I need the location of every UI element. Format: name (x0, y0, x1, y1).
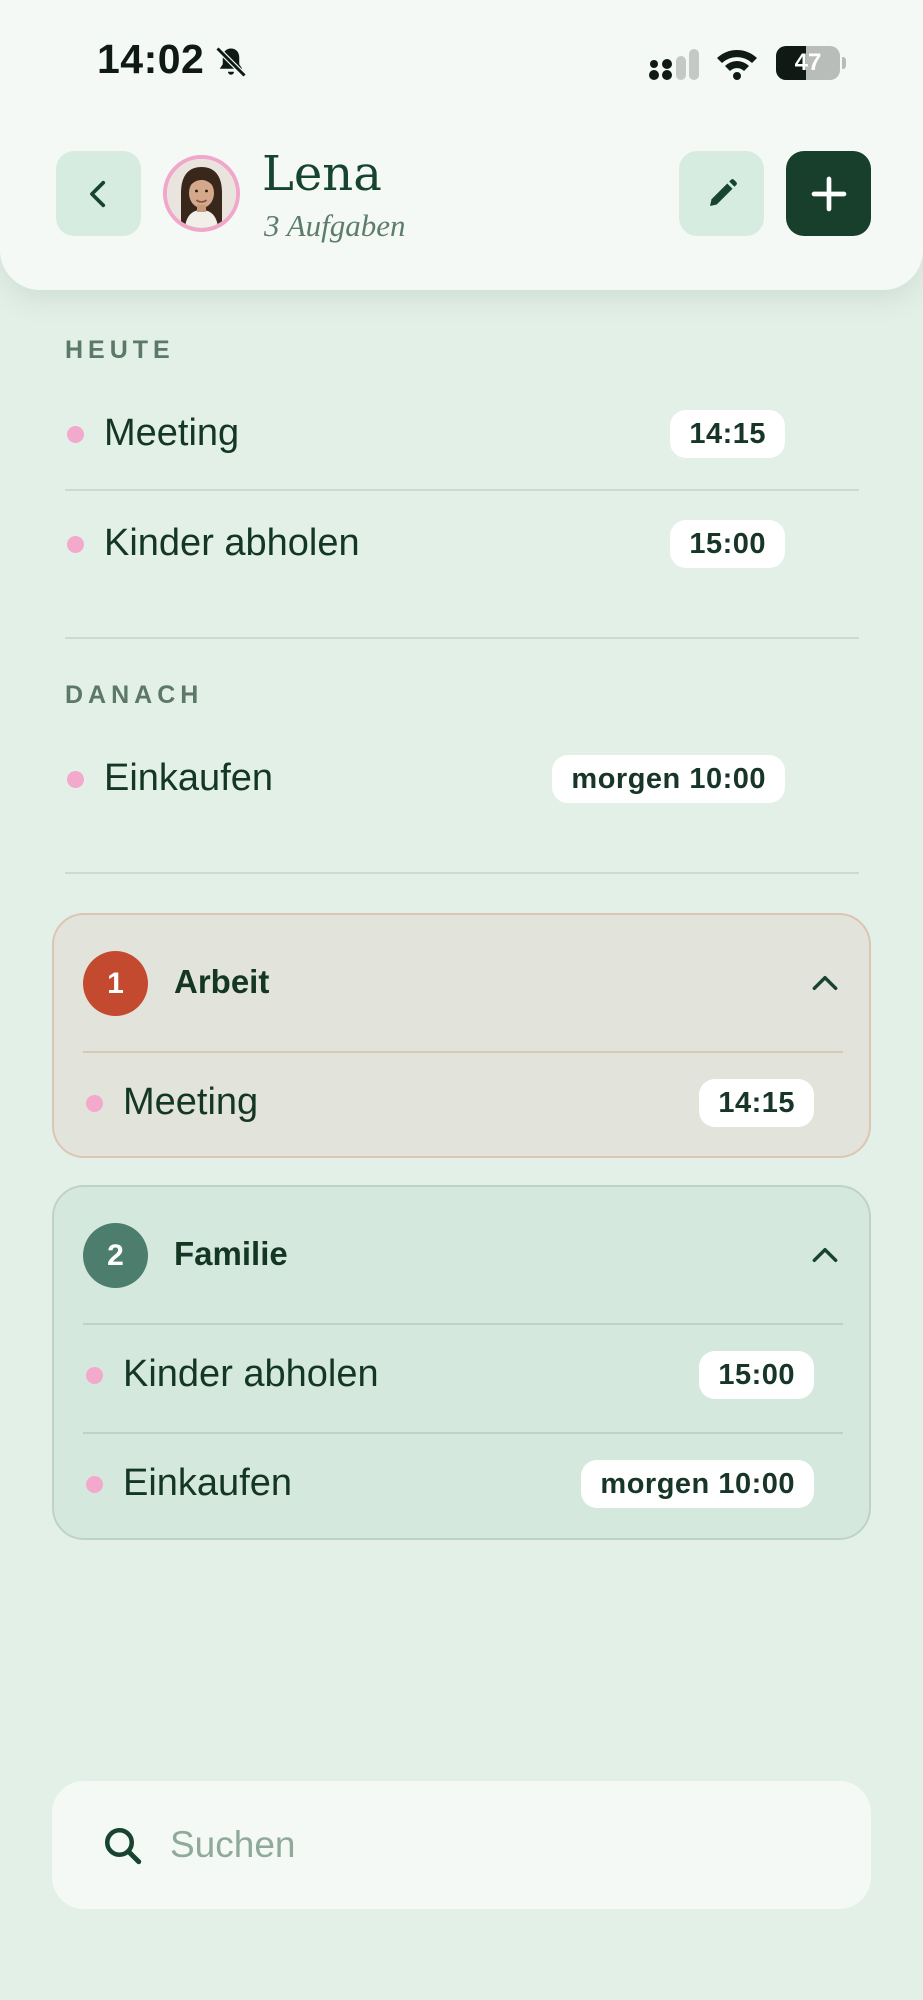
task-row[interactable]: Meeting 14:15 (84, 1069, 814, 1139)
group-badge: 1 (83, 951, 148, 1016)
task-row[interactable]: Kinder abholen 15:00 (84, 1341, 814, 1411)
search-bar[interactable] (52, 1781, 871, 1909)
time-badge: 15:00 (699, 1351, 814, 1399)
contact-name: Lena (262, 146, 382, 202)
section-label-today: HEUTE (65, 336, 175, 364)
group-badge: 2 (83, 1223, 148, 1288)
header-card: 14:02 47 Lena 3 Aufgaben (0, 0, 923, 290)
group-title: Arbeit (174, 963, 270, 1000)
bell-off-icon (215, 46, 247, 78)
group-title: Familie (174, 1235, 288, 1272)
divider (83, 1323, 843, 1325)
status-dot (67, 771, 84, 788)
task-row[interactable]: Einkaufen morgen 10:00 (65, 745, 785, 815)
section-divider (65, 637, 859, 639)
status-time: 14:02 (97, 36, 205, 82)
plus-icon (811, 176, 846, 211)
time-badge: 14:15 (699, 1079, 814, 1127)
task-title: Einkaufen (104, 757, 274, 799)
task-count: 3 Aufgaben (264, 208, 406, 243)
status-dot (67, 426, 84, 443)
status-dot (86, 1367, 103, 1384)
task-title: Kinder abholen (104, 522, 360, 564)
status-dot (67, 536, 84, 553)
divider (65, 489, 859, 491)
avatar[interactable] (163, 155, 240, 232)
avatar-photo (167, 159, 236, 228)
task-row[interactable]: Einkaufen morgen 10:00 (84, 1450, 814, 1520)
add-task-button[interactable] (786, 151, 871, 236)
task-title: Meeting (104, 412, 240, 454)
edit-button[interactable] (679, 151, 764, 236)
chevron-up-icon[interactable] (809, 1239, 841, 1271)
time-badge: 14:15 (670, 410, 785, 458)
group-card-family: 2 Familie Kinder abholen 15:00 Einkaufen… (52, 1185, 871, 1540)
cellular-signal-icon (649, 49, 699, 80)
section-divider (65, 872, 859, 874)
search-icon (104, 1827, 142, 1865)
pencil-icon (709, 178, 737, 206)
battery-level: 47 (794, 49, 822, 76)
chevron-left-icon (89, 180, 105, 207)
time-badge: morgen 10:00 (581, 1460, 814, 1508)
time-badge: 15:00 (670, 520, 785, 568)
divider (83, 1051, 843, 1053)
group-card-work: 1 Arbeit Meeting 14:15 (52, 913, 871, 1158)
divider (83, 1432, 843, 1434)
chevron-up-icon[interactable] (809, 967, 841, 999)
task-title: Kinder abholen (123, 1353, 379, 1395)
task-row[interactable]: Kinder abholen 15:00 (65, 510, 785, 580)
task-title: Einkaufen (123, 1462, 293, 1504)
back-button[interactable] (56, 151, 141, 236)
task-title: Meeting (123, 1081, 259, 1123)
search-input[interactable] (170, 1811, 810, 1879)
status-dot (86, 1476, 103, 1493)
section-label-later: DANACH (65, 681, 204, 709)
task-row[interactable]: Meeting 14:15 (65, 400, 785, 470)
wifi-icon (717, 50, 757, 80)
time-badge: morgen 10:00 (552, 755, 785, 803)
battery-indicator: 47 (776, 46, 846, 80)
status-dot (86, 1095, 103, 1112)
